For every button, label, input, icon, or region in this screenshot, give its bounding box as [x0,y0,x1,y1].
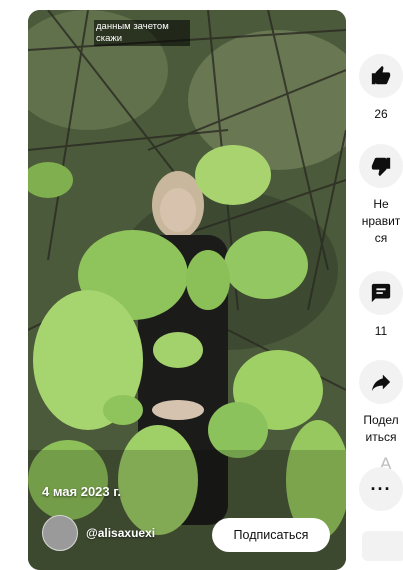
dislike-button[interactable] [359,144,403,188]
subscribe-button[interactable]: Подписаться [212,518,330,552]
comments-button[interactable] [359,271,403,315]
share-action: Подел иться [358,360,403,446]
channel-info[interactable]: @alisaxuexi [42,515,155,551]
like-action: 26 [358,54,403,123]
comments-count: 11 [374,324,388,338]
video-date: 4 мая 2023 г. [42,484,121,499]
comments-action: 11 [358,271,403,340]
channel-handle[interactable]: @alisaxuexi [86,526,155,540]
comment-icon [371,283,391,303]
dislike-label: Не нравит ся [361,197,401,245]
more-icon: ··· [370,479,392,499]
thumb-up-icon [371,65,391,85]
next-item-thumbnail [362,531,403,561]
video-caption-tag: данным зачетом скажи [94,20,190,46]
share-label: Подел иться [363,413,399,444]
thumb-down-icon [371,157,391,177]
more-action: ··· [358,467,403,511]
share-button[interactable] [359,360,403,404]
like-button[interactable] [359,54,403,98]
share-icon [371,374,391,392]
like-count: 26 [374,107,388,121]
more-button[interactable]: ··· [359,467,403,511]
video-player[interactable]: данным зачетом скажи 4 мая 2023 г. @alis… [28,10,346,570]
dislike-action: Не нравит ся [358,144,403,247]
avatar[interactable] [42,515,78,551]
